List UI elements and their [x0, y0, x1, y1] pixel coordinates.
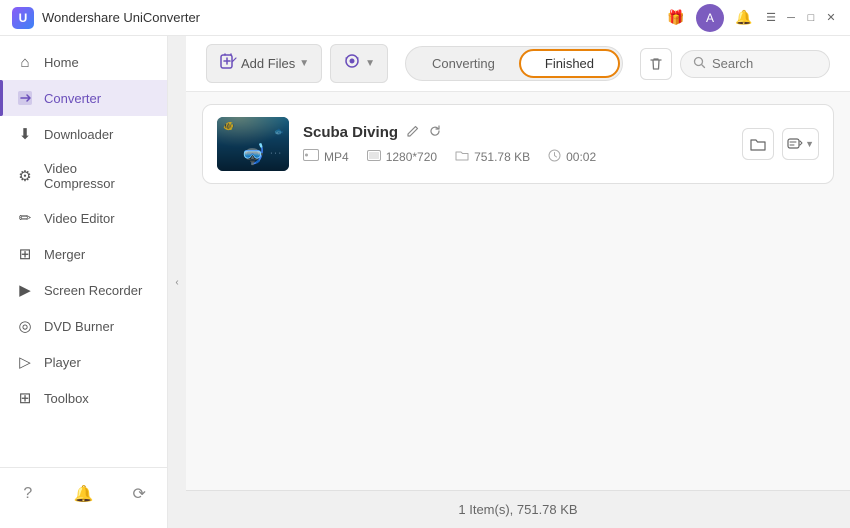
file-resolution-item: 1280*720	[367, 150, 437, 164]
file-size: 751.78 KB	[474, 150, 530, 164]
app-title: Wondershare UniConverter	[42, 10, 662, 25]
sidebar-label-downloader: Downloader	[44, 127, 113, 142]
converter-icon	[16, 89, 34, 107]
add-files-dropdown-icon: ▼	[299, 58, 309, 69]
sidebar-label-home: Home	[44, 55, 79, 70]
content-area: Add Files ▼ ▼ Converting Finished	[186, 36, 850, 528]
sidebar-item-home[interactable]: ⌂ Home	[0, 44, 167, 80]
downloader-icon: ⬇	[16, 125, 34, 143]
screenshot-icon	[343, 52, 361, 75]
sidebar-label-video-editor: Video Editor	[44, 211, 115, 226]
main-layout: ⌂ Home Converter ⬇ Downloader ⚙ Video Co…	[0, 36, 850, 528]
file-actions: ▼	[742, 128, 819, 160]
sidebar-item-converter[interactable]: Converter	[0, 80, 167, 116]
sidebar-bottom: ? 🔔 ⟳	[0, 467, 167, 520]
title-bar: U Wondershare UniConverter 🎁 A 🔔 ☰ ─ □ ✕	[0, 0, 850, 36]
more-dropdown-icon: ▼	[805, 139, 814, 149]
video-compressor-icon: ⚙	[16, 167, 34, 185]
menu-icon[interactable]: ☰	[764, 11, 778, 25]
minimize-button[interactable]: ─	[784, 11, 798, 25]
search-icon	[693, 56, 706, 72]
sidebar-item-merger[interactable]: ⊞ Merger	[0, 236, 167, 272]
trash-button[interactable]	[640, 48, 672, 80]
file-thumbnail: 🐠 🐟 🤿 · · ·	[217, 117, 289, 171]
video-editor-icon: ✏	[16, 209, 34, 227]
sidebar-item-downloader[interactable]: ⬇ Downloader	[0, 116, 167, 152]
search-box	[680, 50, 830, 78]
screenshot-dropdown-icon: ▼	[365, 58, 375, 69]
file-refresh-icon[interactable]	[428, 124, 442, 141]
file-meta-row: MP4 1280*720	[303, 149, 728, 165]
sidebar-item-player[interactable]: ▷ Player	[0, 344, 167, 380]
resolution-box-icon	[367, 150, 381, 164]
file-title: Scuba Diving	[303, 124, 398, 141]
add-files-label: Add Files	[241, 56, 295, 71]
sidebar-label-converter: Converter	[44, 91, 101, 106]
sidebar-label-merger: Merger	[44, 247, 85, 262]
maximize-button[interactable]: □	[804, 11, 818, 25]
home-icon: ⌂	[16, 53, 34, 71]
gift-icon[interactable]: 🎁	[662, 4, 690, 32]
bell-icon[interactable]: 🔔	[730, 4, 758, 32]
file-duration: 00:02	[566, 150, 596, 164]
screen-recorder-icon: ▶	[16, 281, 34, 299]
user-avatar-icon[interactable]: A	[696, 4, 724, 32]
sidebar-label-screen-recorder: Screen Recorder	[44, 283, 142, 298]
player-icon: ▷	[16, 353, 34, 371]
titlebar-controls: 🎁 A 🔔 ☰ ─ □ ✕	[662, 4, 838, 32]
sidebar-label-player: Player	[44, 355, 81, 370]
close-button[interactable]: ✕	[824, 11, 838, 25]
sidebar: ⌂ Home Converter ⬇ Downloader ⚙ Video Co…	[0, 36, 168, 528]
tab-converting[interactable]: Converting	[408, 49, 519, 78]
file-size-item: 751.78 KB	[455, 149, 530, 164]
svg-text:U: U	[19, 11, 28, 25]
screenshot-button[interactable]: ▼	[330, 44, 388, 83]
file-card: 🐠 🐟 🤿 · · · Scuba Diving	[202, 104, 834, 184]
status-text: 1 Item(s), 751.78 KB	[458, 502, 577, 517]
sidebar-item-video-editor[interactable]: ✏ Video Editor	[0, 200, 167, 236]
format-box-icon	[303, 149, 319, 164]
sidebar-item-dvd-burner[interactable]: ◎ DVD Burner	[0, 308, 167, 344]
search-input[interactable]	[712, 56, 812, 71]
tab-finished[interactable]: Finished	[519, 49, 620, 78]
file-title-row: Scuba Diving	[303, 124, 728, 141]
sidebar-item-video-compressor[interactable]: ⚙ Video Compressor	[0, 152, 167, 200]
more-options-button[interactable]: ▼	[782, 128, 819, 160]
sidebar-label-dvd-burner: DVD Burner	[44, 319, 114, 334]
clock-icon	[548, 149, 561, 165]
sidebar-collapse-button[interactable]: ‹	[168, 36, 186, 528]
file-info: Scuba Diving	[303, 124, 728, 165]
refresh-icon[interactable]: ⟳	[111, 476, 167, 512]
file-duration-item: 00:02	[548, 149, 596, 165]
folder-icon	[455, 149, 469, 164]
sidebar-item-toolbox[interactable]: ⊞ Toolbox	[0, 380, 167, 416]
merger-icon: ⊞	[16, 245, 34, 263]
toolbox-icon: ⊞	[16, 389, 34, 407]
sidebar-label-video-compressor: Video Compressor	[44, 161, 151, 191]
scuba-thumb: 🐠 🐟 🤿 · · ·	[217, 117, 289, 171]
open-folder-button[interactable]	[742, 128, 774, 160]
file-format: MP4	[324, 150, 349, 164]
file-format-item: MP4	[303, 149, 349, 164]
tab-area: Converting Finished	[396, 46, 632, 81]
file-edit-icon[interactable]	[406, 124, 420, 141]
file-list: 🐠 🐟 🤿 · · · Scuba Diving	[186, 92, 850, 490]
status-bar: 1 Item(s), 751.78 KB	[186, 490, 850, 528]
dvd-burner-icon: ◎	[16, 317, 34, 335]
add-files-button[interactable]: Add Files ▼	[206, 44, 322, 83]
app-logo: U	[12, 7, 34, 29]
notification-bell-icon[interactable]: 🔔	[56, 476, 112, 512]
sidebar-label-toolbox: Toolbox	[44, 391, 89, 406]
add-files-icon	[219, 52, 237, 75]
sidebar-item-screen-recorder[interactable]: ▶ Screen Recorder	[0, 272, 167, 308]
tab-group: Converting Finished	[405, 46, 623, 81]
file-resolution: 1280*720	[386, 150, 437, 164]
toolbar: Add Files ▼ ▼ Converting Finished	[186, 36, 850, 92]
help-icon[interactable]: ?	[0, 476, 56, 512]
